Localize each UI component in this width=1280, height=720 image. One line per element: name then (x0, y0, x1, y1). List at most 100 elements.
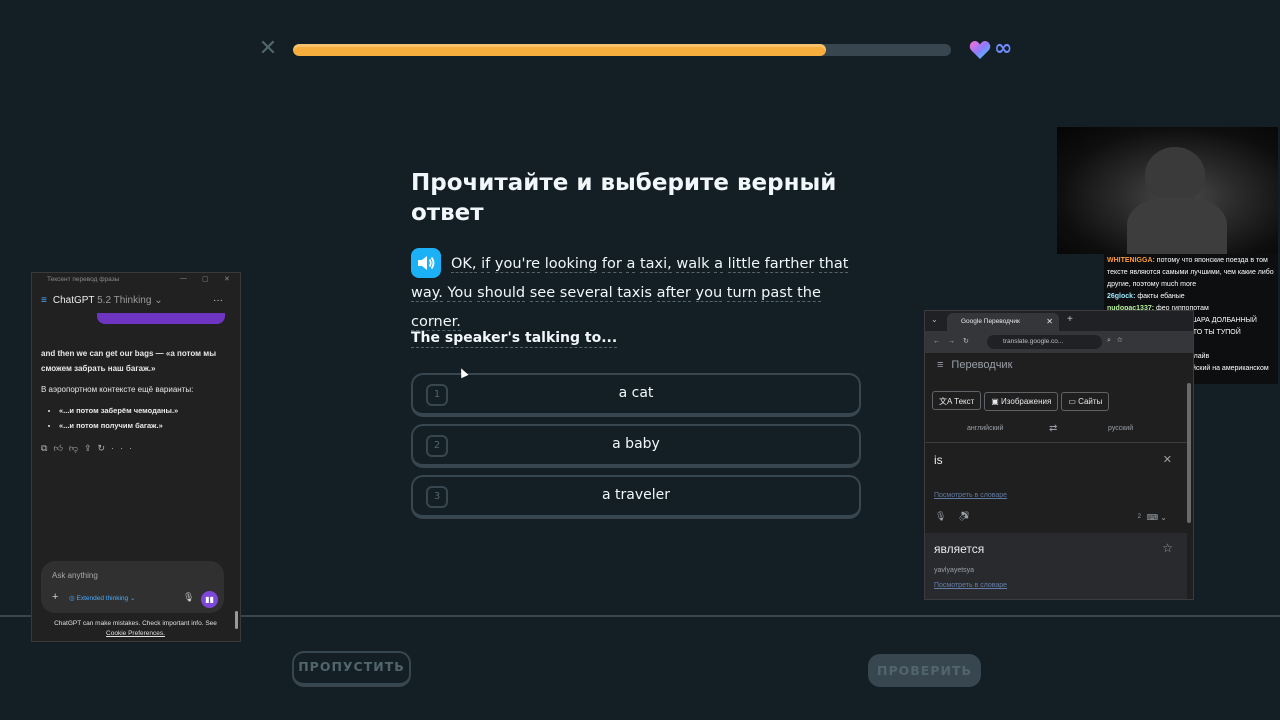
clear-icon[interactable]: ✕ (1163, 453, 1172, 466)
passage-word[interactable]: way. (411, 285, 443, 302)
source-language[interactable]: английский (967, 425, 1003, 432)
answer-option-1[interactable]: 1 a cat (411, 373, 861, 417)
tab-menu-icon[interactable]: ⌄ (931, 315, 938, 324)
regenerate-icon[interactable]: ↻ (98, 443, 112, 453)
passage-word[interactable]: turn (726, 285, 757, 302)
passage-word[interactable]: a (714, 256, 724, 273)
extended-thinking-label: Extended thinking (76, 595, 129, 602)
passage-word[interactable]: you (695, 285, 723, 302)
option-label: a traveler (601, 487, 670, 503)
lesson-progress-bar (293, 44, 951, 56)
more-options-icon[interactable]: ··· (213, 295, 223, 306)
answer-option-2[interactable]: 2 a baby (411, 424, 861, 468)
close-icon[interactable]: ✕ (258, 38, 278, 60)
extended-thinking-toggle[interactable]: ◎ Extended thinking ⌄ (69, 594, 135, 602)
passage-word[interactable]: that (818, 256, 849, 273)
voice-mode-icon[interactable]: ▮▮ (201, 591, 218, 608)
chat-text: факты ебаные (1137, 293, 1185, 300)
message-paragraph: В аэропортном контексте ещё варианты: (41, 385, 194, 394)
passage-word[interactable]: several (559, 285, 613, 302)
passage-word[interactable]: a (626, 256, 636, 273)
forward-icon[interactable]: → (948, 338, 963, 345)
answer-option-3[interactable]: 3 a traveler (411, 475, 861, 519)
microphone-icon[interactable]: 🎙︎ (935, 511, 958, 521)
close-window-icon[interactable]: ✕ (224, 275, 230, 283)
transliteration: yavlyayetsya (934, 567, 975, 574)
target-language[interactable]: русский (1108, 425, 1133, 432)
passage-word[interactable]: You (447, 285, 473, 302)
scrollbar[interactable] (1187, 383, 1192, 597)
message-actions: ⧉👍︎👎︎⇪↻··· (41, 443, 138, 454)
source-text[interactable]: is (934, 453, 943, 467)
chat-username: WHITENIGGA: (1107, 257, 1157, 264)
passage-word[interactable]: little (727, 256, 761, 273)
keyboard-icon[interactable]: ⌨ ⌄ (1147, 513, 1167, 522)
thumbs-down-icon[interactable]: 👎︎ (69, 443, 84, 453)
tab-sites[interactable]: ▭ Сайты (1061, 392, 1110, 411)
browser-tabbar: ⌄ Google Переводчик ✕ + (925, 311, 1193, 331)
url-field[interactable]: translate.google.co... (987, 335, 1102, 349)
passage-word[interactable]: OK, (451, 256, 477, 273)
chat-input[interactable]: Ask anything + ◎ Extended thinking ⌄ 🎙︎ … (41, 561, 224, 613)
sidebar-toggle-icon[interactable]: ≡ (41, 295, 47, 306)
menu-icon[interactable]: ≡ (937, 359, 943, 371)
question-text: The speaker's talking to... (411, 330, 618, 348)
passage-word[interactable]: see (529, 285, 556, 302)
maximize-icon[interactable]: ▢ (202, 275, 209, 283)
scrollbar[interactable] (235, 291, 238, 639)
close-tab-icon[interactable]: ✕ (1046, 317, 1053, 326)
passage-word[interactable]: past (761, 285, 793, 302)
swap-languages-icon[interactable]: ⇄ (1049, 423, 1057, 434)
passage-word[interactable]: farther (764, 256, 815, 273)
window-title: Тексент перевод фразы (47, 276, 120, 283)
check-button[interactable]: ПРОВЕРИТЬ (868, 654, 981, 687)
disclaimer: ChatGPT can make mistakes. Check importa… (38, 619, 233, 639)
passage-word[interactable]: walk (676, 256, 710, 273)
chat-message: 26glock: факты ебаные (1107, 291, 1275, 303)
new-tab-icon[interactable]: + (1067, 314, 1073, 325)
passage-word[interactable]: if (481, 256, 491, 273)
model-version: 5.2 Thinking (97, 295, 152, 306)
passage-word[interactable]: taxis (617, 285, 652, 302)
lesson-progress-fill (293, 44, 826, 56)
bookmark-icon[interactable]: ☆ (1117, 337, 1129, 344)
output-dictionary-link[interactable]: Посмотреть в словаре (934, 582, 1007, 589)
cookie-preferences-link[interactable]: Cookie Preferences. (106, 630, 165, 637)
passage-word[interactable]: looking (544, 256, 598, 273)
tab-label: Изображения (1001, 397, 1052, 406)
passage-word[interactable]: taxi, (639, 256, 672, 273)
copy-icon[interactable]: ⧉ (41, 443, 53, 453)
back-icon[interactable]: ← (933, 338, 948, 345)
passage-word[interactable]: the (797, 285, 821, 302)
streamer-head (1145, 147, 1205, 202)
minimize-icon[interactable]: — (180, 275, 187, 282)
tab-images[interactable]: ▣ Изображения (984, 392, 1059, 411)
assistant-message: and then we can get our bags — «а потом … (41, 346, 229, 433)
disclaimer-text: ChatGPT can make mistakes. Check importa… (54, 620, 217, 627)
char-count: 2 (1137, 514, 1141, 520)
microphone-icon[interactable]: 🎙︎ (183, 592, 194, 603)
reload-icon[interactable]: ↻ (963, 338, 977, 345)
share-icon[interactable]: ⇪ (84, 443, 98, 453)
skip-button[interactable]: ПРОПУСТИТЬ (292, 651, 411, 687)
option-label: a baby (612, 436, 660, 452)
source-dictionary-link[interactable]: Посмотреть в словаре (934, 492, 1007, 499)
chatgpt-window: Тексент перевод фразы — ▢ ✕ ≡ ChatGPT 5.2… (31, 272, 241, 642)
passage-word[interactable]: for (601, 256, 622, 273)
star-icon[interactable]: ☆ (1162, 541, 1173, 555)
passage-word[interactable]: after (656, 285, 691, 302)
listening-passage: OK, if you're looking for a taxi, walk a… (411, 250, 861, 337)
tab-text[interactable]: 文A Текст (932, 391, 982, 410)
passage-word[interactable]: corner. (411, 314, 461, 331)
google-translate-window: ⌄ Google Переводчик ✕ + ←→↻ translate.go… (924, 310, 1194, 600)
model-selector[interactable]: ≡ ChatGPT 5.2 Thinking ⌄ (41, 295, 163, 306)
plus-icon[interactable]: + (52, 591, 58, 603)
thumbs-up-icon[interactable]: 👍︎ (53, 443, 68, 453)
list-item: «...и потом получим багаж.» (59, 418, 229, 433)
more-icon[interactable]: ··· (111, 443, 138, 453)
listen-icon[interactable]: 🔊︎ (958, 511, 981, 521)
zoom-icon[interactable]: ⌕ (1107, 337, 1117, 344)
passage-word[interactable]: you're (494, 256, 541, 273)
browser-tab[interactable]: Google Переводчик ✕ (947, 313, 1059, 331)
passage-word[interactable]: should (477, 285, 526, 302)
